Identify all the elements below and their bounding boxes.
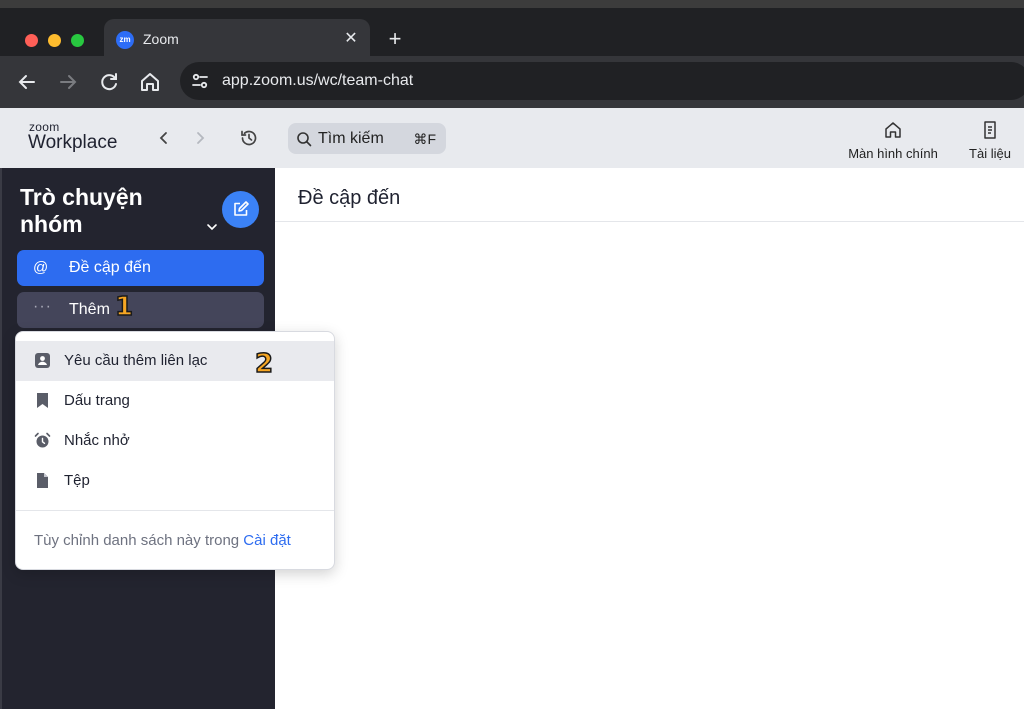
- url-text[interactable]: app.zoom.us/wc/team-chat: [222, 72, 413, 90]
- step-marker-1: 1: [114, 291, 134, 323]
- search-shortcut: ⌘F: [413, 131, 436, 147]
- document-icon: [984, 121, 996, 139]
- chevron-left-icon[interactable]: [154, 128, 174, 148]
- menu-item-label: Dấu trang: [64, 392, 130, 409]
- home-tab[interactable]: Màn hình chính: [846, 120, 940, 161]
- app-header: zoom Workplace Tìm kiếm ⌘F Màn hình chín…: [0, 108, 1024, 168]
- compose-icon: [234, 201, 249, 216]
- zoom-favicon-icon: zm: [116, 31, 134, 49]
- sidebar-title[interactable]: Trò chuyện nhóm: [20, 184, 200, 238]
- search-input[interactable]: Tìm kiếm ⌘F: [288, 123, 446, 154]
- menu-item-contact-requests[interactable]: Yêu cầu thêm liên lạc: [16, 341, 334, 381]
- search-icon: [296, 131, 312, 147]
- bookmark-icon: [34, 392, 51, 409]
- minimize-window-button[interactable]: [48, 34, 61, 47]
- compose-button[interactable]: [222, 191, 259, 228]
- sidebar-item-mentions[interactable]: @ Đề cập đến: [17, 250, 264, 286]
- file-icon: [34, 472, 51, 489]
- browser-tab-bar: zm Zoom ✕ +: [0, 0, 1024, 64]
- sidebar-item-label: Thêm: [69, 301, 110, 318]
- home-icon: [885, 122, 901, 138]
- logo-workplace-text: Workplace: [28, 132, 118, 153]
- forward-button[interactable]: [56, 70, 80, 94]
- docs-tab-label: Tài liệu: [969, 146, 1011, 161]
- settings-link[interactable]: Cài đặt: [243, 532, 291, 549]
- back-button[interactable]: [15, 70, 39, 94]
- alarm-icon: [34, 432, 51, 449]
- tab-close-icon[interactable]: ✕: [342, 30, 360, 48]
- menu-item-files[interactable]: Tệp: [16, 461, 334, 501]
- menu-item-label: Nhắc nhở: [64, 432, 130, 449]
- close-window-button[interactable]: [25, 34, 38, 47]
- history-icon[interactable]: [239, 128, 259, 148]
- step-marker-2: 2: [254, 348, 274, 380]
- search-placeholder: Tìm kiếm: [318, 130, 384, 147]
- contact-icon: [34, 352, 51, 369]
- divider: [16, 510, 334, 511]
- sidebar-item-more[interactable]: ··· Thêm: [17, 292, 264, 328]
- more-menu: Yêu cầu thêm liên lạc Dấu trang Nhắc nhở…: [15, 331, 335, 570]
- sidebar-item-label: Đề cập đến: [69, 259, 151, 276]
- tab-title: Zoom: [143, 31, 179, 47]
- home-button[interactable]: [138, 70, 162, 94]
- chevron-right-icon[interactable]: [190, 128, 210, 148]
- main-panel: Đề cập đến: [275, 168, 1024, 709]
- site-settings-icon[interactable]: [190, 71, 210, 91]
- menu-item-label: Yêu cầu thêm liên lạc: [64, 352, 208, 369]
- menu-item-reminders[interactable]: Nhắc nhở: [16, 421, 334, 461]
- menu-item-label: Tệp: [64, 472, 90, 489]
- menu-item-bookmarks[interactable]: Dấu trang: [16, 381, 334, 421]
- menu-footer: Tùy chỉnh danh sách này trong Cài đặt: [34, 532, 291, 549]
- more-dots-icon: ···: [33, 298, 52, 315]
- home-tab-label: Màn hình chính: [848, 146, 938, 161]
- chevron-down-icon[interactable]: [205, 220, 219, 234]
- docs-tab[interactable]: Tài liệu: [965, 120, 1015, 161]
- address-bar[interactable]: app.zoom.us/wc/team-chat: [180, 62, 1024, 100]
- menu-footer-text: Tùy chỉnh danh sách này trong: [34, 532, 244, 549]
- page-title: Đề cập đến: [298, 187, 401, 209]
- new-tab-button[interactable]: +: [384, 28, 406, 50]
- reload-button[interactable]: [97, 70, 121, 94]
- divider: [275, 221, 1024, 222]
- maximize-window-button[interactable]: [71, 34, 84, 47]
- browser-toolbar: app.zoom.us/wc/team-chat: [0, 56, 1024, 108]
- at-icon: @: [33, 259, 49, 276]
